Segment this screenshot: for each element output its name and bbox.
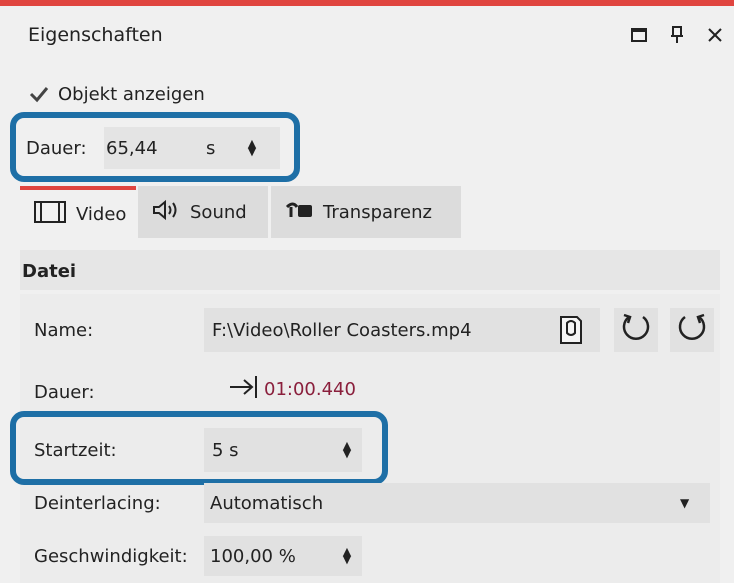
tab-video[interactable]: Video	[20, 186, 136, 238]
show-object-label: Objekt anzeigen	[58, 83, 205, 105]
deinterlacing-label: Deinterlacing:	[34, 493, 161, 514]
file-duration-label: Dauer:	[34, 382, 95, 403]
filename-value: F:\Video\Roller Coasters.mp4	[212, 319, 472, 341]
restore-icon[interactable]	[620, 28, 658, 42]
tab-transparency[interactable]: Transparenz	[271, 186, 461, 238]
transparency-icon	[285, 199, 315, 226]
chevron-down-icon: ▼	[680, 496, 690, 510]
show-object-row[interactable]: Objekt anzeigen	[28, 83, 205, 105]
rotate-left-icon	[619, 309, 653, 351]
film-icon	[34, 200, 66, 228]
panel-accent-bar	[0, 0, 734, 6]
window-controls	[620, 20, 734, 50]
checkbox-checked-icon[interactable]	[28, 83, 50, 105]
rotate-right-button[interactable]	[670, 308, 714, 352]
speed-spinner[interactable]: ▲ ▼	[332, 546, 362, 565]
start-time-highlight	[10, 411, 388, 485]
rotate-right-icon	[675, 309, 709, 351]
section-datei-label: Datei	[22, 261, 77, 282]
tab-transparency-label: Transparenz	[323, 201, 432, 223]
panel-title: Eigenschaften	[28, 24, 163, 46]
deinterlacing-value: Automatisch	[210, 492, 324, 514]
browse-file-icon[interactable]	[554, 313, 588, 347]
speed-field[interactable]: 100,00 % ▲ ▼	[204, 536, 362, 576]
file-duration-value: 01:00.440	[264, 378, 356, 400]
tab-sound[interactable]: Sound	[138, 186, 268, 238]
tab-video-label: Video	[76, 203, 127, 225]
rotate-left-button[interactable]	[614, 308, 658, 352]
pin-icon[interactable]	[658, 26, 696, 44]
speed-label: Geschwindigkeit:	[34, 546, 188, 567]
arrow-to-end-icon	[228, 374, 258, 404]
filename-field[interactable]: F:\Video\Roller Coasters.mp4	[204, 308, 600, 352]
name-label: Name:	[34, 320, 94, 341]
tab-sound-label: Sound	[190, 201, 247, 223]
section-header-bg	[20, 250, 720, 290]
speaker-icon	[152, 199, 182, 226]
file-duration-display: 01:00.440	[228, 374, 356, 404]
duration-highlight	[10, 112, 300, 182]
deinterlacing-select[interactable]: Automatisch ▼	[204, 483, 710, 523]
close-icon[interactable]	[696, 28, 734, 42]
speed-value: 100,00 %	[210, 545, 296, 567]
